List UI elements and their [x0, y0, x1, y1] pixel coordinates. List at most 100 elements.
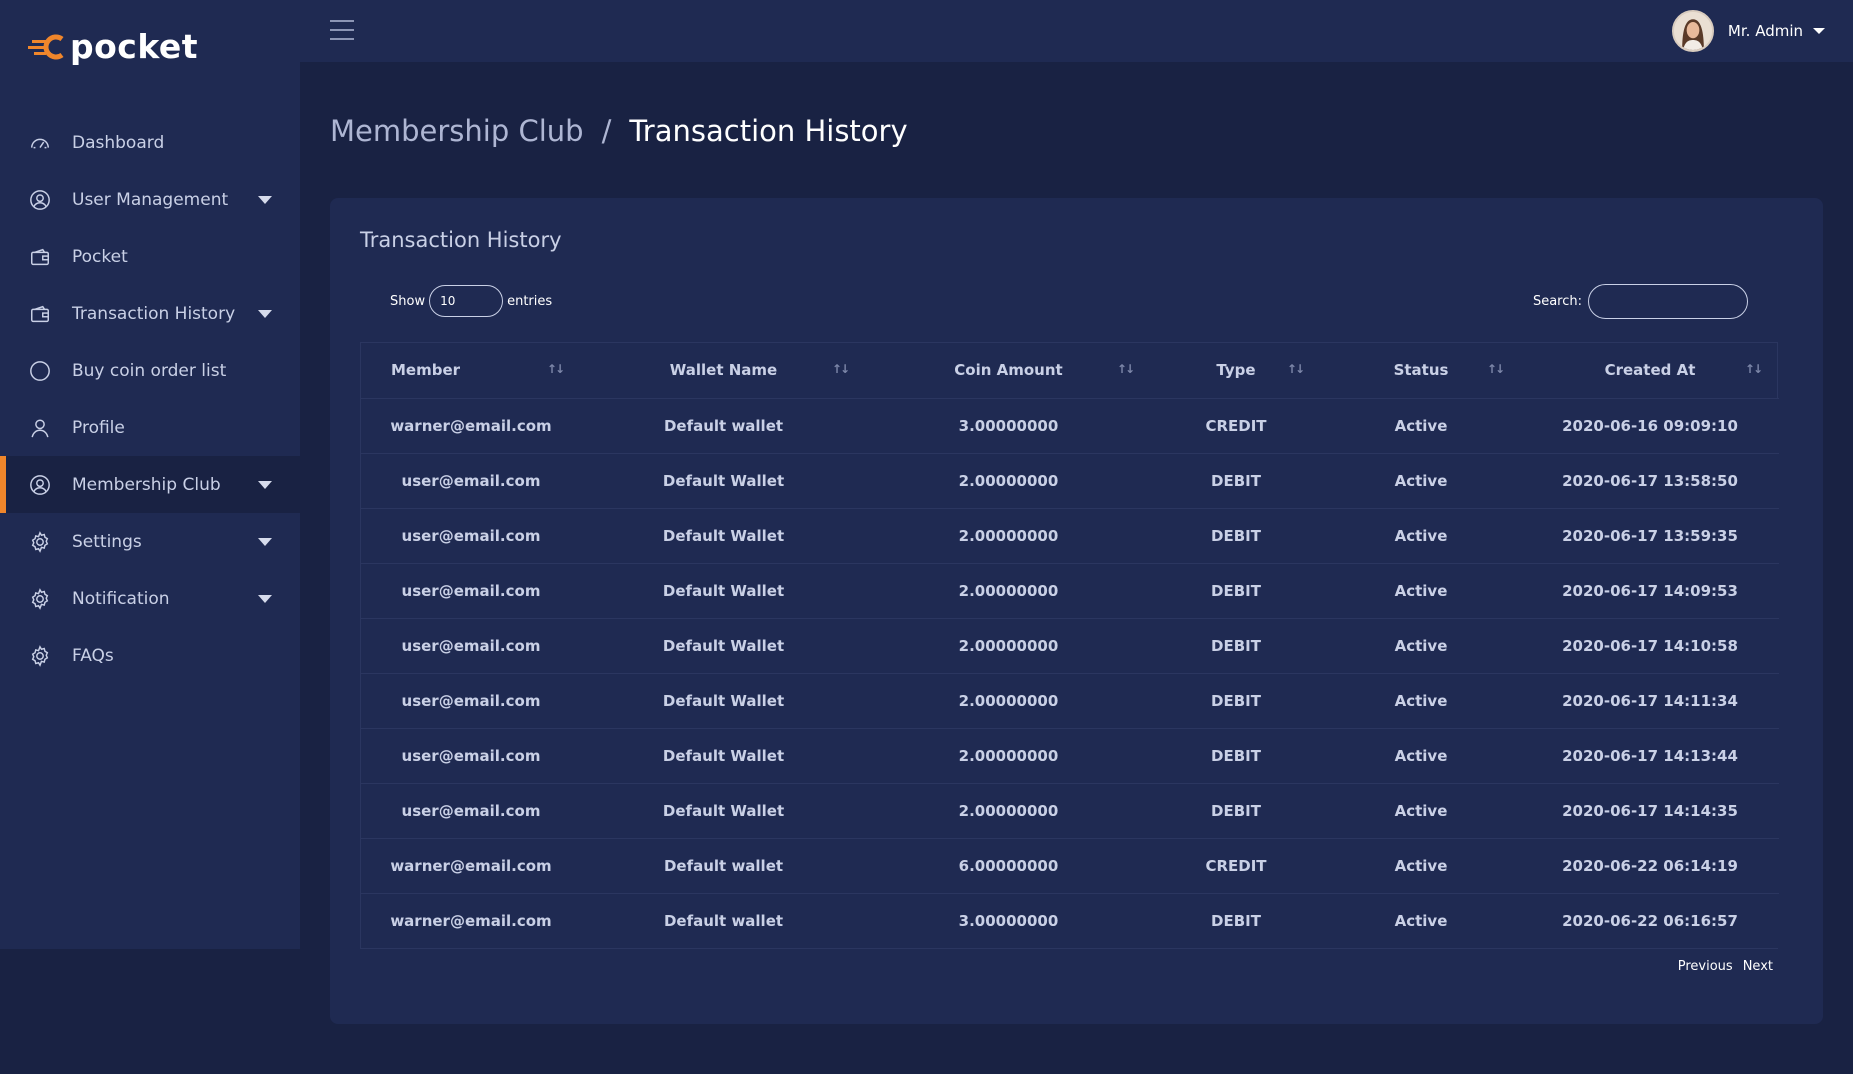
- table-row: warner@email.com Default wallet 3.00000000…: [361, 398, 1779, 454]
- transaction-table: Member ↑↓ Wallet Name ↑↓ Coin Amount ↑↓ Type ↑↓…: [360, 342, 1779, 949]
- table-cell: 2020-06-17 14:13:44: [1521, 728, 1779, 784]
- breadcrumb-parent[interactable]: Membership Club: [330, 114, 584, 148]
- sidebar-nav: Dashboard User Management Pocket Transactio…: [0, 114, 300, 684]
- table-row: user@email.com Default Wallet 2.00000000 DE…: [361, 453, 1779, 509]
- gear-icon: [28, 587, 52, 611]
- table-cell: Default Wallet: [581, 508, 866, 564]
- table-row: user@email.com Default Wallet 2.00000000 DE…: [361, 563, 1779, 619]
- search: Search:: [1533, 284, 1748, 319]
- sidebar-item-notification[interactable]: Notification: [0, 570, 300, 627]
- menu-toggle-icon[interactable]: [330, 20, 354, 42]
- sort-icon[interactable]: ↑↓: [1745, 362, 1763, 376]
- table-cell: Default Wallet: [581, 783, 866, 839]
- table-cell: Active: [1321, 453, 1521, 509]
- caret-down-icon: [258, 195, 272, 204]
- column-header-label: Created At: [1604, 361, 1696, 380]
- table-row: user@email.com Default Wallet 2.00000000 DE…: [361, 508, 1779, 564]
- sidebar-item-membership-club[interactable]: Membership Club: [0, 456, 300, 513]
- table-cell: warner@email.com: [361, 838, 581, 894]
- sidebar-item-transaction-history[interactable]: Transaction History: [0, 285, 300, 342]
- table-row: user@email.com Default Wallet 2.00000000 DE…: [361, 618, 1779, 674]
- logo-text: pocket: [70, 26, 199, 66]
- sidebar-item-label: Pocket: [72, 246, 128, 267]
- sidebar-item-label: Dashboard: [72, 132, 165, 153]
- table-cell: DEBIT: [1151, 783, 1321, 839]
- table-row: warner@email.com Default wallet 3.00000000…: [361, 893, 1779, 948]
- table-cell: 2020-06-16 09:09:10: [1521, 398, 1779, 454]
- search-input[interactable]: [1588, 284, 1748, 319]
- show-label: Show: [390, 293, 426, 309]
- column-header-label: Status: [1393, 361, 1449, 380]
- table-cell: 2020-06-17 14:14:35: [1521, 783, 1779, 839]
- table-cell: Default wallet: [581, 838, 866, 894]
- avatar: [1671, 10, 1714, 52]
- table-cell: 2020-06-17 14:11:34: [1521, 673, 1779, 729]
- circle-icon: [28, 359, 52, 383]
- column-header[interactable]: Created At ↑↓: [1521, 343, 1779, 399]
- table-cell: user@email.com: [361, 783, 581, 839]
- entries-select[interactable]: [429, 285, 504, 317]
- table-cell: 2.00000000: [866, 618, 1151, 674]
- sidebar-item-label: FAQs: [72, 645, 114, 666]
- sidebar-item-faqs[interactable]: FAQs: [0, 627, 300, 684]
- table-cell: 2.00000000: [866, 563, 1151, 619]
- previous-button[interactable]: Previous: [1678, 959, 1733, 974]
- table-cell: user@email.com: [361, 673, 581, 729]
- gear-icon: [28, 530, 52, 554]
- page-title: Transaction History: [629, 114, 908, 148]
- sort-icon[interactable]: ↑↓: [547, 362, 565, 376]
- sort-icon[interactable]: ↑↓: [832, 362, 850, 376]
- column-header[interactable]: Status ↑↓: [1321, 343, 1521, 399]
- table-cell: warner@email.com: [390, 911, 552, 930]
- table-cell: Active: [1321, 728, 1521, 784]
- sort-icon[interactable]: ↑↓: [1117, 362, 1135, 376]
- caret-down-icon: [258, 537, 272, 546]
- user-menu[interactable]: Mr. Admin: [1671, 10, 1825, 52]
- column-header[interactable]: Type ↑↓: [1151, 343, 1321, 399]
- caret-down-icon: [258, 480, 272, 489]
- logo[interactable]: pocket: [28, 26, 198, 66]
- sort-icon[interactable]: ↑↓: [1287, 362, 1305, 376]
- column-header[interactable]: Member ↑↓: [361, 343, 581, 399]
- table-cell: Default wallet: [581, 398, 866, 454]
- sidebar-item-label: Profile: [72, 417, 125, 438]
- sidebar-item-label: Settings: [72, 531, 142, 552]
- user-icon: [28, 416, 52, 440]
- search-label: Search:: [1532, 294, 1582, 309]
- table-cell: DEBIT: [1151, 728, 1321, 784]
- table-row: user@email.com Default Wallet 2.00000000 DE…: [361, 783, 1779, 839]
- table-cell: Default Wallet: [581, 673, 866, 729]
- column-header[interactable]: Wallet Name ↑↓: [581, 343, 866, 399]
- sidebar-item-user-management[interactable]: User Management: [0, 171, 300, 228]
- table-cell: 2020-06-17 14:09:53: [1521, 563, 1779, 619]
- table-cell: CREDIT: [1151, 398, 1321, 454]
- column-header-label: Wallet Name: [669, 361, 778, 380]
- table-cell: 2020-06-17 13:59:35: [1521, 508, 1779, 564]
- sidebar-item-buy-coin-order-list[interactable]: Buy coin order list: [0, 342, 300, 399]
- table-body: warner@email.com Default wallet 3.00000000…: [361, 398, 1779, 948]
- column-header[interactable]: Coin Amount ↑↓: [866, 343, 1151, 399]
- sidebar-item-pocket[interactable]: Pocket: [0, 228, 300, 285]
- table-cell: user@email.com: [361, 728, 581, 784]
- table-row: user@email.com Default Wallet 2.00000000 DE…: [361, 673, 1779, 729]
- sidebar-item-label: Transaction History: [72, 303, 236, 324]
- sidebar-item-dashboard[interactable]: Dashboard: [0, 114, 300, 171]
- table-cell: 6.00000000: [866, 838, 1151, 894]
- sidebar-item-settings[interactable]: Settings: [0, 513, 300, 570]
- table-cell: DEBIT: [1151, 673, 1321, 729]
- table-cell: CREDIT: [1151, 838, 1321, 894]
- user-name: Mr. Admin: [1727, 22, 1803, 40]
- table-cell: 2020-06-22 06:16:57: [1562, 911, 1738, 930]
- table-cell: Active: [1321, 673, 1521, 729]
- table-cell: 3.00000000: [866, 398, 1151, 454]
- sort-icon[interactable]: ↑↓: [1487, 362, 1505, 376]
- next-button[interactable]: Next: [1743, 959, 1773, 974]
- table-cell: 2.00000000: [866, 728, 1151, 784]
- table-cell: user@email.com: [361, 508, 581, 564]
- caret-down-icon: [258, 594, 272, 603]
- sidebar-item-profile[interactable]: Profile: [0, 399, 300, 456]
- table-cell: Active: [1321, 563, 1521, 619]
- breadcrumb-separator: /: [601, 114, 612, 148]
- sidebar-item-label: Notification: [72, 588, 170, 609]
- table-cell: Active: [1321, 618, 1521, 674]
